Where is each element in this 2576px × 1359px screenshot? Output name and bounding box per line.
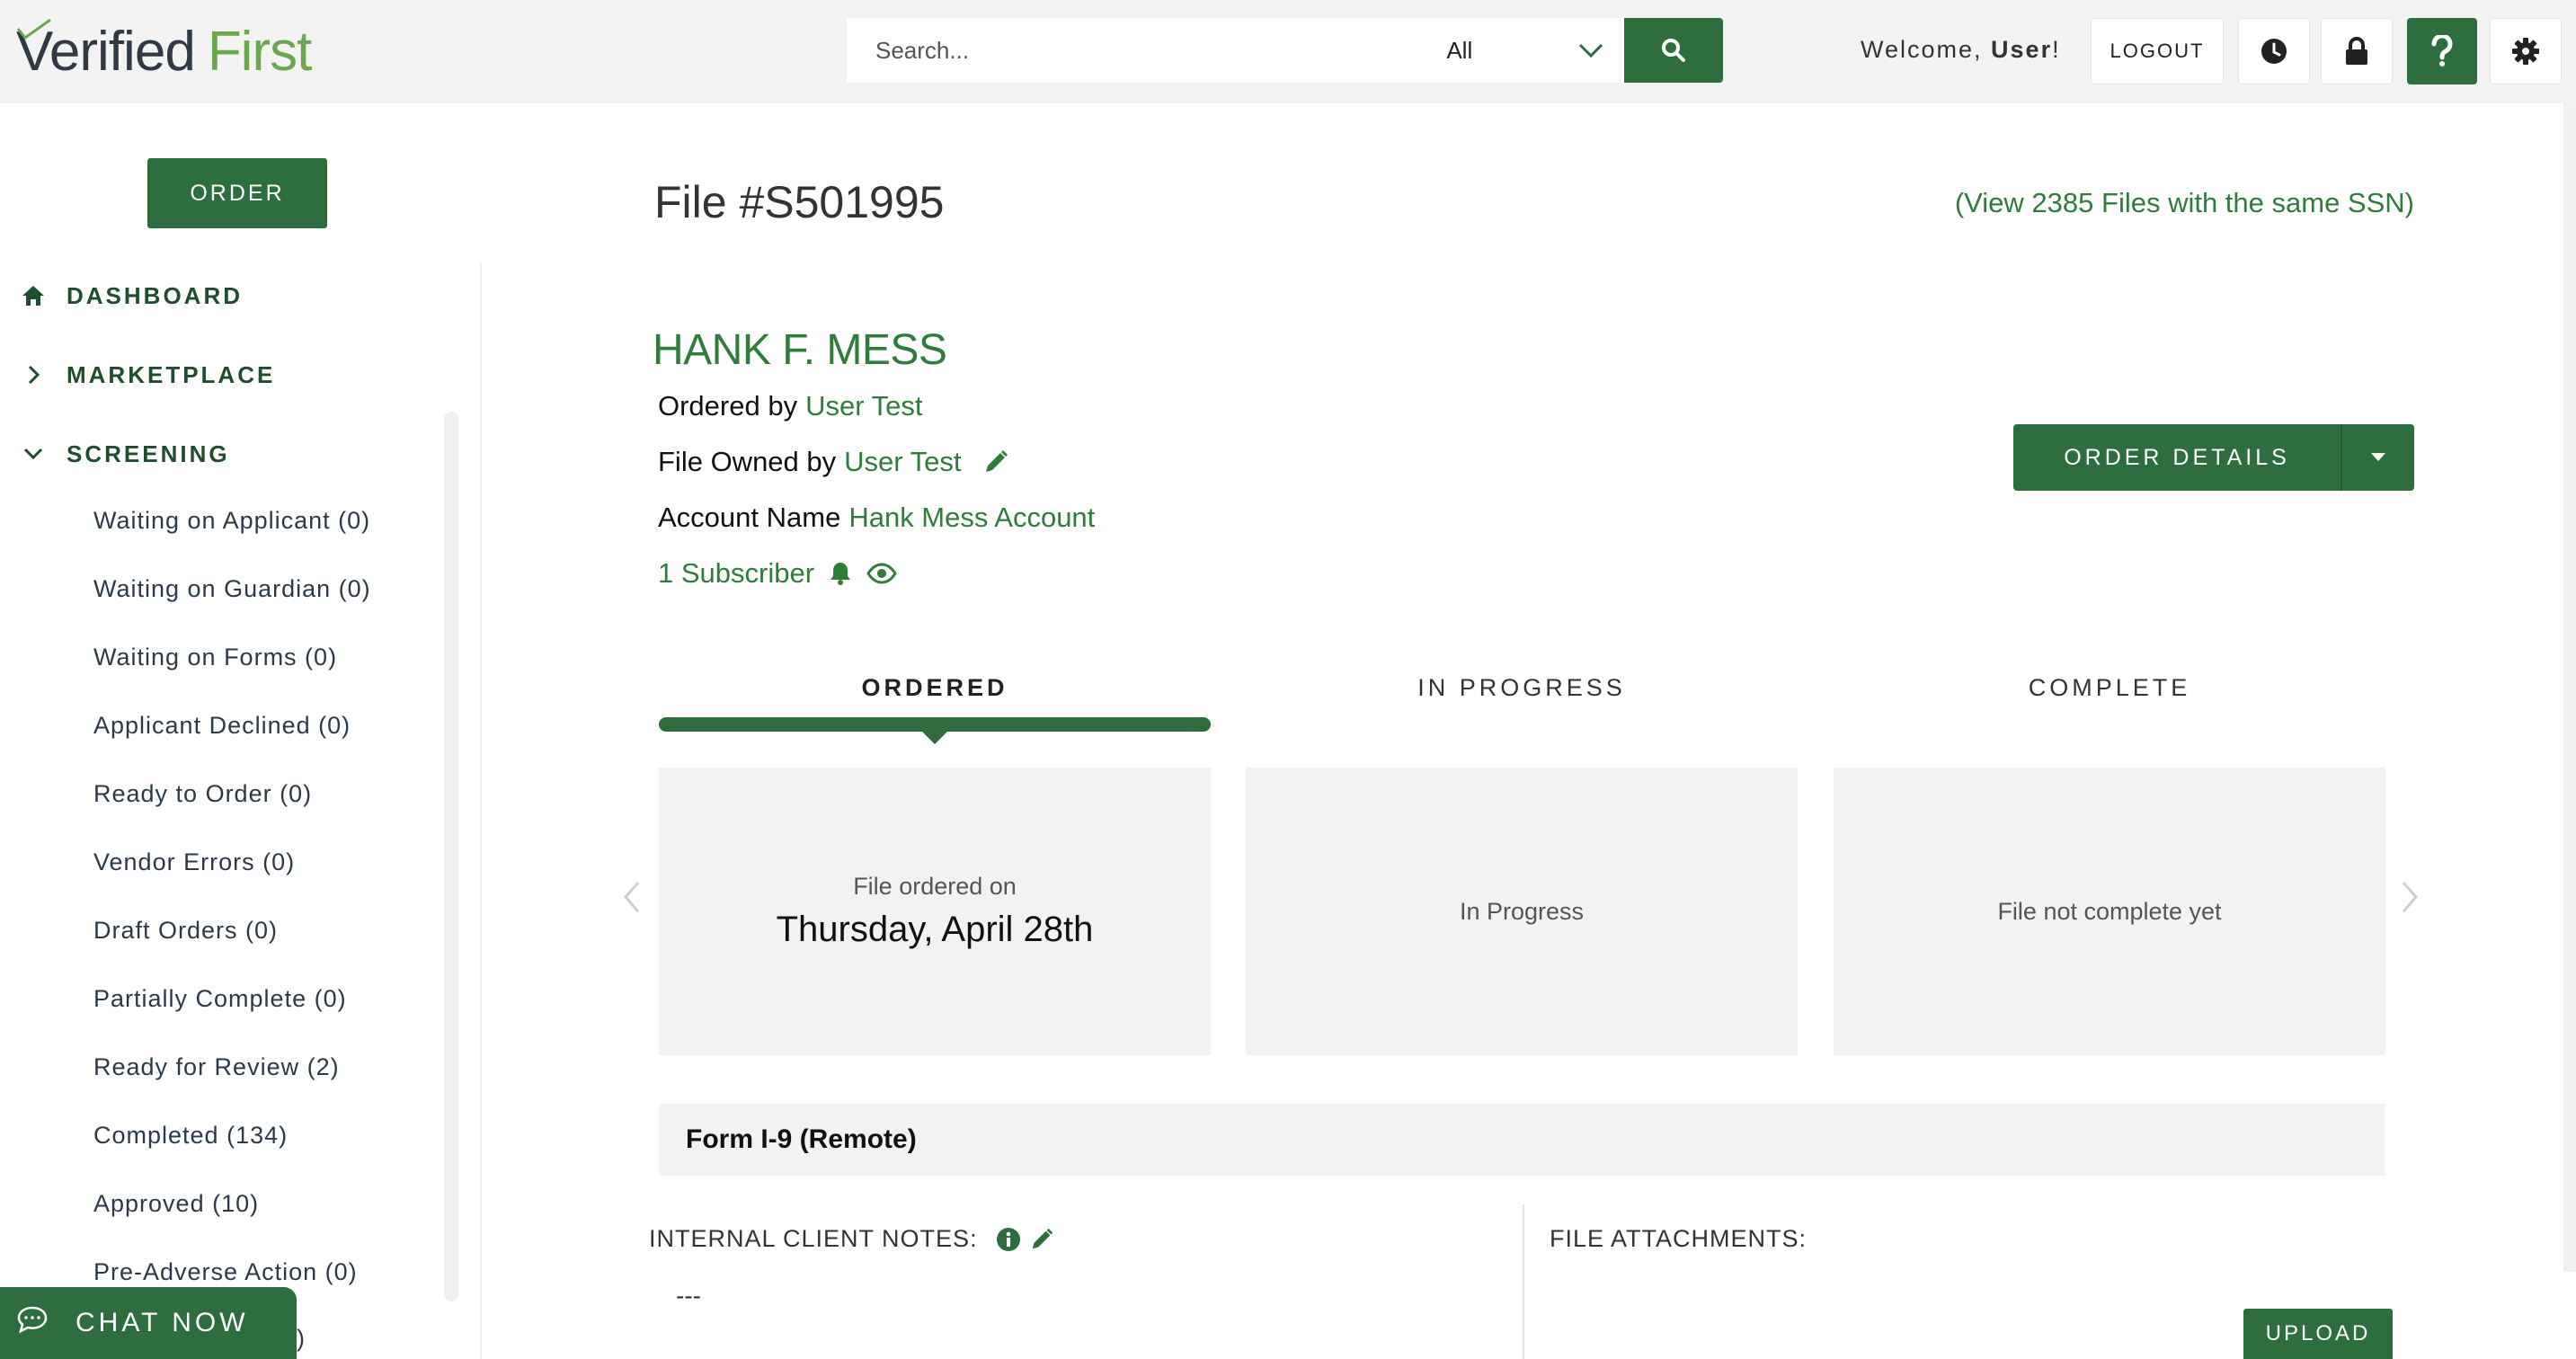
file-attachments-label: FILE ATTACHMENTS: (1550, 1225, 1808, 1252)
history-button[interactable] (2238, 18, 2310, 84)
sidebar-item-label: DASHBOARD (67, 281, 243, 309)
internal-notes-header: INTERNAL CLIENT NOTES: (649, 1225, 1055, 1253)
same-ssn-link[interactable]: (View 2385 Files with the same SSN) (1955, 187, 2414, 219)
sidebar-subitem-completed[interactable]: Completed (134) (93, 1122, 288, 1150)
sidebar-item-screening[interactable]: SCREENING (18, 439, 230, 469)
subscriber-link[interactable]: 1 Subscriber (658, 557, 814, 590)
file-owner-link[interactable]: User Test (844, 446, 961, 478)
settings-gear-icon (2512, 38, 2539, 65)
sidebar-subitem-draft-orders[interactable]: Draft Orders (0) (93, 917, 278, 945)
sidebar-subitem-applicant-declined[interactable]: Applicant Declined (0) (93, 712, 351, 740)
file-owner-label: File Owned by (658, 446, 837, 477)
status-card-ordered: File ordered on Thursday, April 28th (659, 768, 1211, 1055)
sidebar-subitem-approved[interactable]: Approved (10) (93, 1190, 259, 1218)
info-icon[interactable] (996, 1227, 1021, 1252)
top-bar: Verified First All Welcome, User! LOGOUT (0, 0, 2576, 103)
status-card-complete: File not complete yet (1834, 768, 2385, 1055)
edit-owner-pencil-icon[interactable] (982, 448, 1010, 476)
in-progress-caption: In Progress (1459, 897, 1585, 925)
applicant-name: HANK F. MESS (653, 326, 947, 374)
order-details-dropdown-toggle[interactable] (2342, 424, 2414, 491)
welcome-username: User (1991, 36, 2053, 63)
page-scrollbar[interactable] (2563, 103, 2576, 1272)
sidebar-divider (480, 262, 482, 1359)
sidebar-item-label: MARKETPLACE (67, 360, 276, 388)
logo-check-icon (16, 18, 51, 40)
sidebar-item-marketplace[interactable]: MARKETPLACE (18, 360, 275, 390)
step-ordered: ORDERED (861, 674, 1008, 701)
chevron-down-icon (18, 439, 49, 469)
internal-notes-label: INTERNAL CLIENT NOTES: (649, 1225, 978, 1252)
edit-notes-pencil-icon[interactable] (1028, 1226, 1055, 1253)
sidebar-subitem-pre-adverse-action[interactable]: Pre-Adverse Action (0) (93, 1258, 358, 1286)
help-icon (2431, 35, 2453, 67)
caret-down-icon (2371, 453, 2385, 461)
settings-button[interactable] (2490, 18, 2562, 84)
chat-now-label: CHAT NOW (76, 1308, 249, 1337)
ordered-by-row: Ordered by User Test (658, 390, 922, 422)
bell-icon[interactable] (829, 561, 852, 586)
home-icon (18, 280, 49, 311)
sidebar-subitem-ready-to-order[interactable]: Ready to Order (0) (93, 780, 312, 808)
sidebar-scrollbar[interactable] (444, 412, 458, 1301)
verified-first-logo[interactable]: Verified First (16, 18, 313, 83)
chevron-right-icon (18, 360, 49, 390)
ordered-date: Thursday, April 28th (776, 910, 1094, 949)
logout-button[interactable]: LOGOUT (2091, 18, 2224, 84)
chevron-down-icon (1579, 43, 1603, 58)
sidebar-item-dashboard[interactable]: DASHBOARD (18, 280, 243, 311)
step-in-progress: IN PROGRESS (1417, 674, 1626, 701)
sidebar-subitem-waiting-on-guardian[interactable]: Waiting on Guardian (0) (93, 575, 371, 603)
upload-button[interactable]: UPLOAD (2243, 1309, 2393, 1359)
file-title: File #S501995 (654, 177, 945, 227)
lock-icon (2346, 37, 2367, 65)
search-scope-value: All (1446, 36, 1473, 64)
history-clock-icon (2261, 39, 2287, 64)
subscriber-row: 1 Subscriber (658, 557, 897, 590)
search-input[interactable] (847, 18, 1429, 83)
account-name-label: Account Name (658, 502, 841, 533)
order-button[interactable]: ORDER (147, 158, 327, 228)
notes-column-divider (1523, 1204, 1524, 1359)
carousel-next-arrow-icon[interactable] (2400, 879, 2420, 915)
search-scope-select[interactable]: All (1428, 18, 1625, 83)
sidebar-subitem-ready-for-review[interactable]: Ready for Review (2) (93, 1053, 340, 1081)
file-owner-row: File Owned by User Test (658, 446, 1010, 478)
sidebar-subitem-waiting-on-applicant[interactable]: Waiting on Applicant (0) (93, 507, 370, 535)
sidebar-subitem-vendor-errors[interactable]: Vendor Errors (0) (93, 848, 295, 876)
logo-text-first: First (207, 20, 313, 83)
active-step-notch (920, 730, 949, 744)
help-button[interactable] (2407, 18, 2477, 84)
carousel-prev-arrow-icon[interactable] (622, 879, 642, 915)
search-bar: All (847, 18, 1723, 83)
welcome-suffix: ! (2052, 36, 2061, 63)
eye-icon[interactable] (866, 563, 897, 584)
form-section-header[interactable]: Form I-9 (Remote) (659, 1104, 2385, 1176)
welcome-prefix: Welcome, (1861, 36, 1992, 63)
sidebar-subitem-partially-complete[interactable]: Partially Complete (0) (93, 985, 347, 1013)
search-button[interactable] (1624, 18, 1723, 83)
status-card-in-progress: In Progress (1246, 768, 1798, 1055)
order-details-button[interactable]: ORDER DETAILS (2013, 424, 2342, 491)
lock-button[interactable] (2321, 18, 2393, 84)
step-complete: COMPLETE (2028, 674, 2191, 701)
search-icon (1662, 39, 1686, 62)
sidebar-subitem-waiting-on-forms[interactable]: Waiting on Forms (0) (93, 644, 337, 671)
complete-caption: File not complete yet (1997, 897, 2222, 925)
ordered-by-label: Ordered by (658, 390, 798, 422)
sidebar-item-label: SCREENING (67, 440, 230, 467)
ordered-by-link[interactable]: User Test (805, 390, 922, 422)
sidebar-subitem-partial[interactable]: ) (297, 1325, 305, 1353)
chat-bubble-icon (16, 1305, 49, 1341)
chat-now-button[interactable]: CHAT NOW (0, 1287, 297, 1359)
account-name-link[interactable]: Hank Mess Account (848, 502, 1095, 534)
order-details-button-group: ORDER DETAILS (2013, 424, 2414, 491)
ordered-caption: File ordered on (853, 873, 1017, 900)
internal-notes-value: --- (676, 1282, 701, 1310)
account-name-row: Account Name Hank Mess Account (658, 502, 1095, 534)
welcome-message: Welcome, User! (1861, 36, 2061, 64)
